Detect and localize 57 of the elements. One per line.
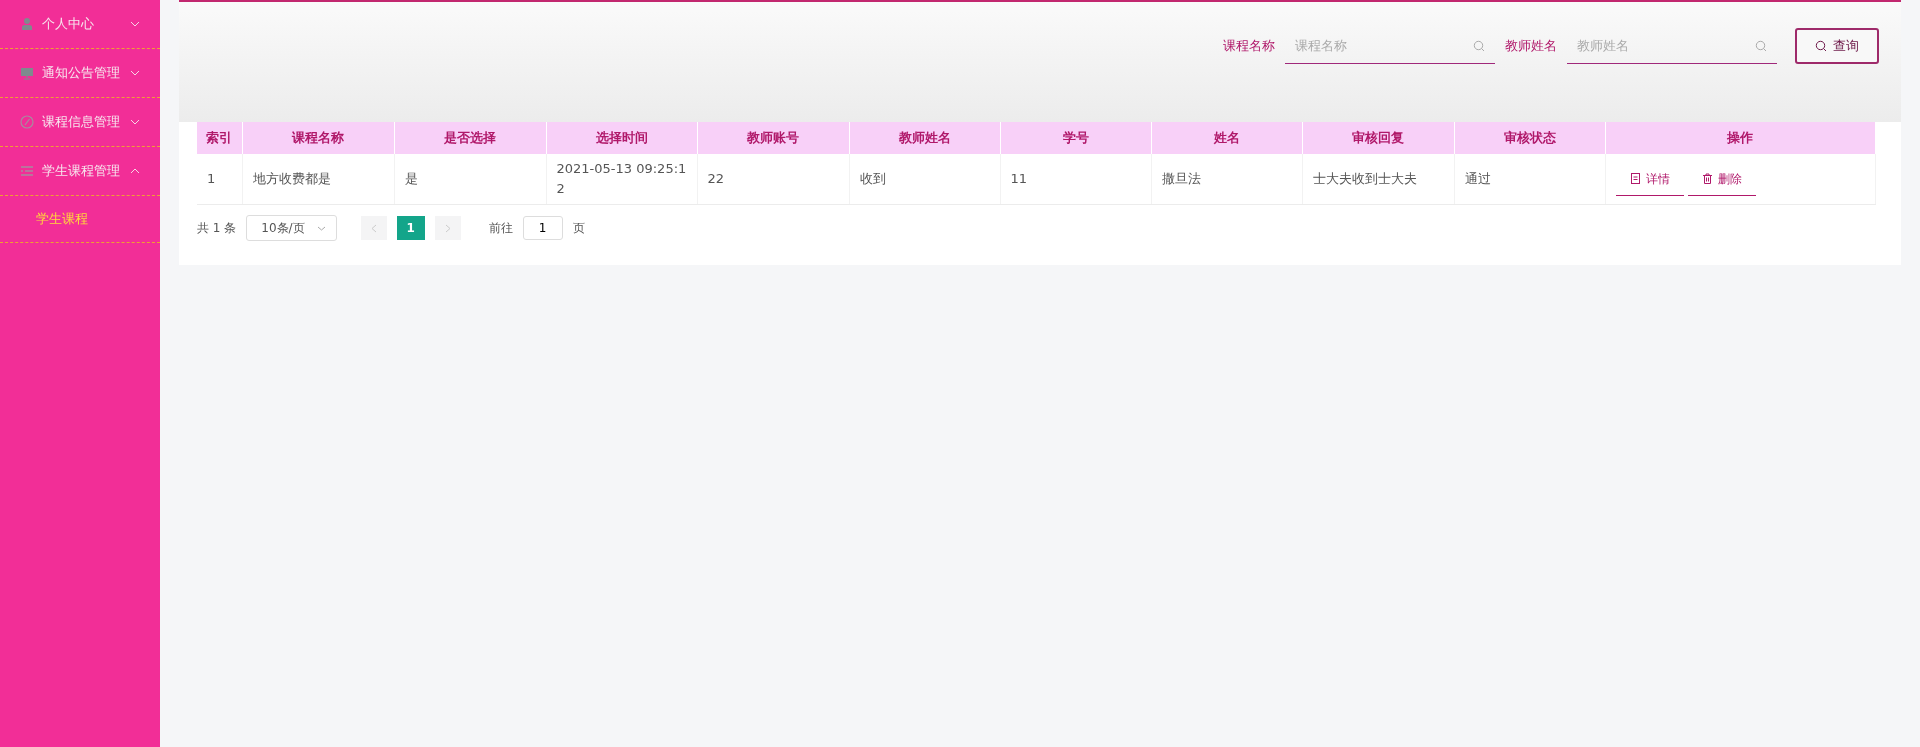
- table-cell: 2021-05-13 09:25:12: [546, 154, 697, 205]
- goto-label: 前往: [488, 219, 513, 237]
- list-icon: [20, 164, 34, 178]
- column-header: 索引: [197, 122, 242, 154]
- monitor-icon: [20, 66, 34, 80]
- table-cell: 收到: [849, 154, 1000, 205]
- column-header: 教师姓名: [849, 122, 1000, 154]
- column-header: 审核回复: [1302, 122, 1454, 154]
- menu-item[interactable]: 课程信息管理: [0, 98, 160, 147]
- total-count: 共 1 条: [197, 219, 237, 237]
- chevron-icon: [130, 21, 140, 27]
- submenu-item[interactable]: 学生课程: [0, 204, 160, 234]
- detail-button[interactable]: 详情: [1615, 162, 1684, 196]
- column-header: 审核状态: [1454, 122, 1605, 154]
- menu-item[interactable]: 个人中心: [0, 0, 160, 49]
- page-size-select[interactable]: 10条/页: [246, 215, 337, 241]
- trash-icon: [1701, 173, 1713, 184]
- table-cell: 1: [197, 154, 242, 205]
- chevron-icon: [130, 70, 140, 76]
- column-header: 是否选择: [394, 122, 546, 154]
- chevron-icon: [130, 119, 140, 125]
- column-header: 学号: [1000, 122, 1151, 154]
- prev-page-button[interactable]: [360, 216, 387, 240]
- search-field[interactable]: 教师姓名: [1567, 28, 1777, 64]
- search-field[interactable]: 课程名称: [1285, 28, 1495, 64]
- menu-item[interactable]: 学生课程管理: [0, 147, 160, 196]
- gauge-icon: [20, 115, 34, 129]
- next-page-button[interactable]: [434, 216, 461, 240]
- table-cell: 22: [697, 154, 849, 205]
- document-icon: [1629, 173, 1641, 184]
- column-header: 选择时间: [546, 122, 697, 154]
- page-unit: 页: [572, 219, 585, 237]
- table-cell: 11: [1000, 154, 1151, 205]
- column-header: 课程名称: [242, 122, 394, 154]
- menu-item[interactable]: 通知公告管理: [0, 49, 160, 98]
- field-label: 教师姓名: [1505, 37, 1557, 55]
- page-button[interactable]: 1: [396, 216, 425, 240]
- page-input[interactable]: 1: [522, 216, 563, 240]
- person-icon: [20, 17, 34, 31]
- search-icon: [1815, 40, 1827, 52]
- chevron-icon: [130, 168, 140, 174]
- column-header: 操作: [1605, 122, 1875, 154]
- chevron-left-icon: [370, 223, 377, 233]
- chevron-right-icon: [444, 223, 451, 233]
- table-cell: 士大夫收到士大夫: [1302, 154, 1454, 205]
- search-icon: [1473, 40, 1485, 52]
- search-icon: [1755, 40, 1767, 52]
- table-cell: 撒旦法: [1151, 154, 1302, 205]
- delete-button[interactable]: 删除: [1687, 162, 1756, 196]
- table-cell: 通过: [1454, 154, 1605, 205]
- table-cell: 是: [394, 154, 546, 205]
- table-cell: 地方收费都是: [242, 154, 394, 205]
- chevron-icon: [316, 225, 326, 231]
- query-button[interactable]: 查询: [1795, 28, 1879, 64]
- column-header: 教师账号: [697, 122, 849, 154]
- column-header: 姓名: [1151, 122, 1302, 154]
- field-label: 课程名称: [1223, 37, 1275, 55]
